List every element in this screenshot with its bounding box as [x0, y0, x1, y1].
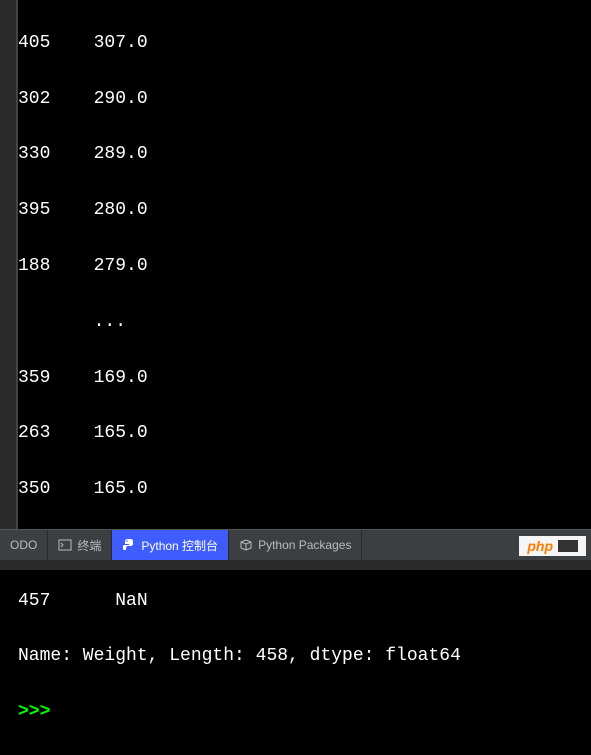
data-row: 188 279.0 [18, 253, 591, 281]
left-gutter [0, 0, 16, 530]
footer-strip [0, 560, 591, 570]
watermark-block [558, 540, 578, 552]
tab-label: 终端 [77, 537, 101, 554]
tab-label: Python 控制台 [141, 537, 218, 554]
prompt-symbol: >>> [18, 702, 61, 722]
tab-label: Python Packages [258, 538, 351, 552]
terminal-icon [58, 538, 72, 552]
tab-python-packages[interactable]: Python Packages [229, 530, 362, 560]
data-row: 405 307.0 [18, 30, 591, 58]
series-summary: Name: Weight, Length: 458, dtype: float6… [18, 643, 591, 671]
python-console-output[interactable]: 405 307.0 302 290.0 330 289.0 395 280.0 … [16, 0, 591, 530]
data-row: 359 169.0 [18, 365, 591, 393]
data-row: 263 165.0 [18, 420, 591, 448]
ellipsis-row: ... [18, 309, 591, 337]
tab-python-console[interactable]: Python 控制台 [112, 530, 229, 560]
watermark: php [519, 536, 586, 556]
tool-window-bar: ODO 终端 Python 控制台 Python Packages [0, 530, 591, 560]
tab-todo[interactable]: ODO [0, 530, 48, 560]
data-row: 395 280.0 [18, 197, 591, 225]
tab-terminal[interactable]: 终端 [48, 530, 112, 560]
prompt-line[interactable]: >>> [18, 699, 591, 727]
data-row: 330 289.0 [18, 141, 591, 169]
watermark-php: php [527, 538, 553, 554]
data-row: 350 165.0 [18, 476, 591, 504]
python-icon [122, 538, 136, 552]
data-row: 302 290.0 [18, 86, 591, 114]
data-row: 457 NaN [18, 588, 591, 616]
tab-label: ODO [10, 538, 37, 552]
packages-icon [239, 538, 253, 552]
